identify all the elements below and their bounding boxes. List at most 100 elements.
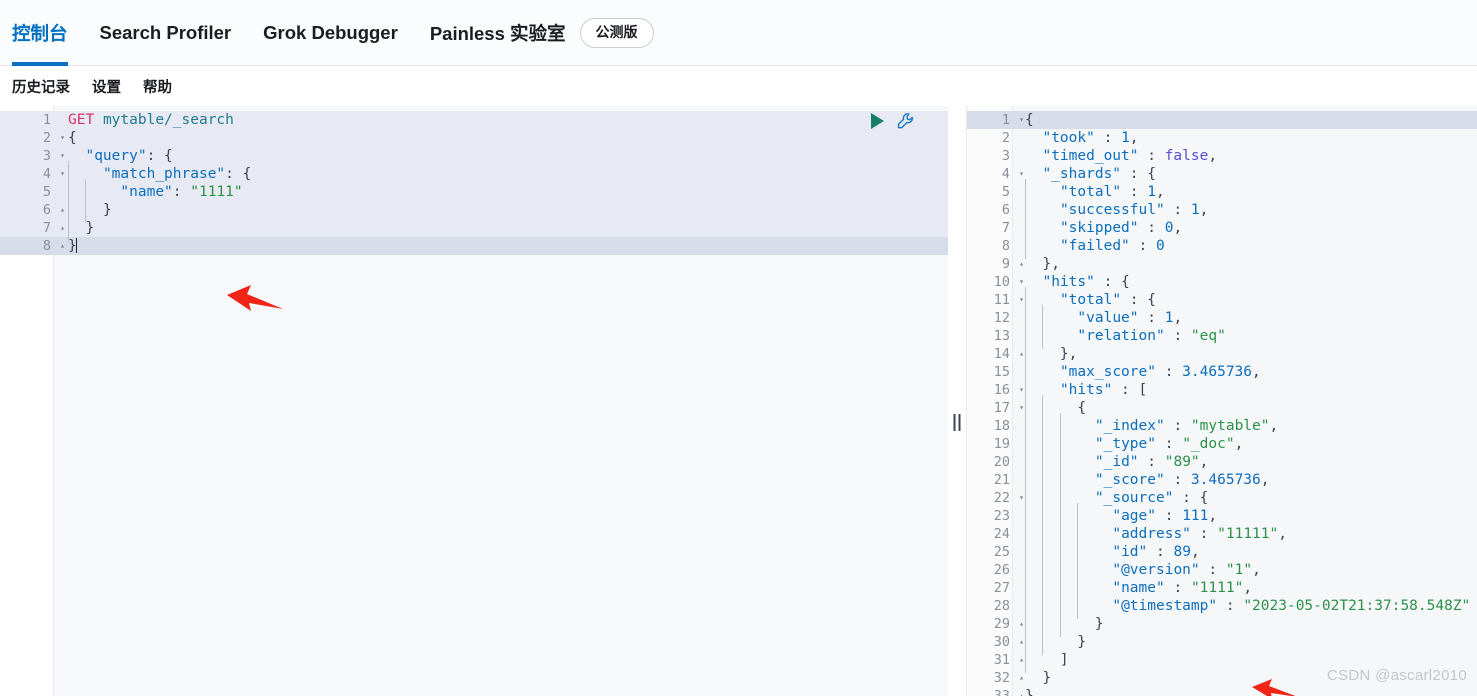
- line-number: 8 ▴: [42, 238, 65, 254]
- json-key: "@version": [1112, 562, 1200, 578]
- nav-tab-painless-lab[interactable]: Painless 实验室: [430, 0, 566, 66]
- json-key: "_score": [1094, 472, 1165, 488]
- json-key: "hits": [1059, 382, 1113, 398]
- line-number: 4 ▾: [1001, 166, 1024, 182]
- code-line: 2 ▾ {: [0, 129, 948, 147]
- code-line-text: GET mytable/_search: [54, 111, 234, 129]
- request-path: mytable/_search: [102, 112, 234, 128]
- code-line: 3 "timed_out" : false,: [967, 147, 1477, 165]
- code-line-text: "address" : "11111",: [1013, 521, 1287, 547]
- subnav-item-history[interactable]: 历史记录: [12, 76, 70, 97]
- run-request-play-icon[interactable]: [871, 113, 884, 129]
- nav-tab-search-profiler[interactable]: Search Profiler: [100, 0, 232, 66]
- annotation-arrow-request: [225, 283, 285, 318]
- line-number: 15: [993, 364, 1010, 380]
- code-line-text: }: [54, 215, 94, 241]
- json-key: "match_phrase": [102, 166, 226, 182]
- console-secondary-navbar: 历史记录 设置 帮助: [0, 66, 1477, 106]
- json-value: 89: [1173, 544, 1191, 560]
- json-key: "_source": [1094, 490, 1174, 506]
- line-number: 22 ▾: [993, 490, 1024, 506]
- subnav-item-settings[interactable]: 设置: [92, 76, 121, 97]
- line-number: 21: [993, 472, 1010, 488]
- code-line-text: "name": "1111": [54, 179, 243, 205]
- line-number: 19: [993, 436, 1010, 452]
- nav-tab-painless-lab-label: Painless 实验室: [429, 22, 566, 44]
- line-number: 10 ▾: [993, 274, 1024, 290]
- code-line-text: "max_score" : 3.465736,: [1013, 359, 1261, 385]
- code-line-text: "skipped" : 0,: [1013, 215, 1182, 241]
- code-line-text: {: [68, 130, 77, 146]
- code-line: 4 ▾ "_shards" : {: [967, 165, 1477, 183]
- code-line: 16 ▾ "hits" : [: [967, 377, 1477, 403]
- csdn-watermark: CSDN @ascarl2010: [1326, 667, 1467, 684]
- code-line: 12 "value" : 1,: [967, 305, 1477, 331]
- code-line-text: {: [1025, 112, 1034, 128]
- json-value: 3.465736: [1190, 472, 1261, 488]
- line-number: 30 ▴: [993, 634, 1024, 650]
- line-number: 32 ▴: [993, 670, 1024, 686]
- request-editor-pane[interactable]: 1 GET mytable/_search 2 ▾ { 3 ▾ "query": {…: [0, 106, 948, 696]
- code-line-text: "@version" : "1",: [1013, 557, 1261, 583]
- json-key: "total": [1059, 184, 1122, 200]
- json-key: "@timestamp": [1112, 598, 1218, 614]
- line-number: 5: [42, 184, 51, 200]
- code-line: 15 "max_score" : 3.465736,: [967, 359, 1477, 385]
- line-number: 3: [1001, 148, 1010, 164]
- json-value: "11111": [1217, 526, 1279, 542]
- json-value: "89": [1164, 454, 1200, 470]
- code-line-text: "name" : "1111",: [1013, 575, 1252, 601]
- splitter-handle-icon[interactable]: [953, 414, 961, 431]
- response-code-block: 1 ▾ { 2 "took" : 1, 3 "timed_out" : false…: [967, 106, 1477, 696]
- code-line: 24 "address" : "11111",: [967, 521, 1477, 547]
- code-line-text: "query": {: [85, 148, 173, 164]
- json-key: "skipped": [1059, 220, 1139, 236]
- json-key: "value": [1077, 310, 1139, 326]
- code-line: 3 ▾ "query": {: [0, 147, 948, 165]
- json-key: "relation": [1077, 328, 1165, 344]
- json-value: "2023-05-02T21:37:58.548Z": [1243, 598, 1471, 614]
- code-line: 9 ▴ },: [967, 255, 1477, 273]
- code-line: 5 "total" : 1,: [967, 179, 1477, 205]
- code-line: 29 ▴ }: [967, 611, 1477, 637]
- json-key: "id": [1112, 544, 1148, 560]
- code-line-text: "_index" : "mytable",: [1013, 413, 1278, 439]
- wrench-icon[interactable]: [896, 111, 916, 131]
- line-number: 18: [993, 418, 1010, 434]
- code-line-text: "total" : {: [1013, 287, 1156, 313]
- code-line: 26 "@version" : "1",: [967, 557, 1477, 583]
- json-value: 0: [1155, 238, 1165, 254]
- line-number: 12: [993, 310, 1010, 326]
- code-line-text: "_score" : 3.465736,: [1013, 467, 1270, 493]
- json-key: "query": [85, 148, 147, 164]
- console-editor-area: 1 GET mytable/_search 2 ▾ { 3 ▾ "query": {…: [0, 106, 1477, 696]
- code-line: 2 "took" : 1,: [967, 129, 1477, 147]
- code-line: 28 "@timestamp" : "2023-05-02T21:37:58.5…: [967, 593, 1477, 619]
- code-line-text: "hits" : [: [1013, 377, 1147, 403]
- code-line: 13 "relation" : "eq": [967, 323, 1477, 349]
- line-number: 2: [1001, 130, 1010, 146]
- text-cursor: [75, 238, 77, 253]
- line-number: 8: [1001, 238, 1010, 254]
- code-line-text: }: [1013, 629, 1086, 655]
- code-line-text: }: [68, 238, 77, 254]
- line-number: 29 ▴: [993, 616, 1024, 632]
- json-key: "failed": [1059, 238, 1130, 254]
- code-line: 6 "successful" : 1,: [967, 197, 1477, 223]
- line-number: 9 ▴: [1001, 256, 1024, 272]
- nav-tab-console[interactable]: 控制台: [12, 0, 68, 66]
- editor-splitter[interactable]: [948, 106, 966, 696]
- subnav-item-help[interactable]: 帮助: [143, 76, 172, 97]
- beta-badge[interactable]: 公测版: [579, 17, 654, 48]
- code-line: 7 ▴ }: [0, 215, 948, 241]
- code-line: 7 "skipped" : 0,: [967, 215, 1477, 241]
- response-viewer-pane[interactable]: 1 ▾ { 2 "took" : 1, 3 "timed_out" : false…: [966, 106, 1477, 696]
- line-number: 24: [993, 526, 1010, 542]
- http-method: GET: [68, 112, 95, 128]
- json-key: "_type": [1094, 436, 1156, 452]
- nav-tab-console-label: 控制台: [12, 22, 68, 44]
- code-line: 22 ▾ "_source" : {: [967, 485, 1477, 511]
- line-number: 20: [993, 454, 1010, 470]
- nav-tab-grok-debugger[interactable]: Grok Debugger: [263, 0, 398, 66]
- line-number: 13: [993, 328, 1010, 344]
